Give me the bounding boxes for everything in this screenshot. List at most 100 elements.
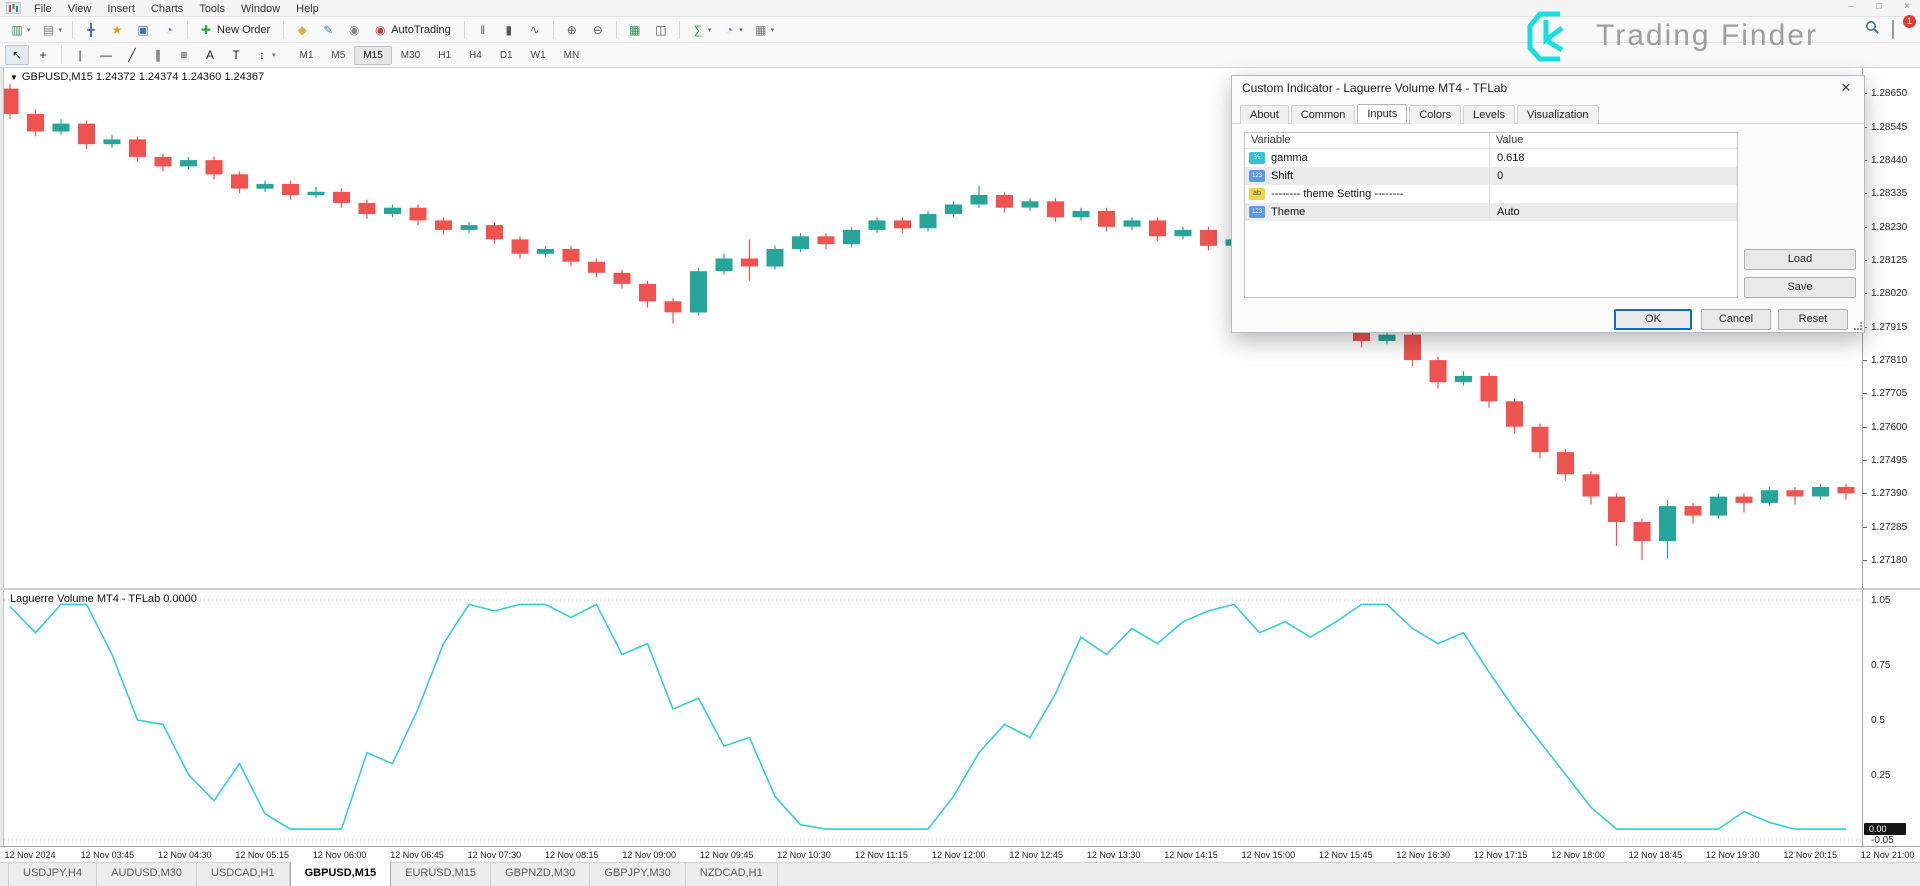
zoom-out-icon[interactable]: ⊖ (586, 20, 610, 40)
toolbar-separator (678, 20, 680, 39)
market-watch-icon[interactable]: ╋ (79, 20, 103, 40)
dialog-close-icon[interactable]: ✕ (1837, 80, 1855, 96)
panel-divider[interactable] (0, 588, 1920, 590)
timeframe-m1[interactable]: M1 (291, 46, 323, 65)
time-axis[interactable]: 12 Nov 2024 12 Nov 03:45 12 Nov 04:30 12 No… (0, 846, 1920, 862)
candle-body (1557, 452, 1574, 475)
chart-tab-usdjpy-h4[interactable]: USDJPY,H4 (8, 863, 98, 886)
time-axis-label: 12 Nov 09:00 (622, 850, 676, 860)
chart-tab-eurusd-m15[interactable]: EURUSD,M15 (391, 863, 492, 886)
candle-body (358, 202, 376, 214)
templates-button[interactable]: ▦ ▾ (749, 20, 779, 40)
candle-body (103, 139, 121, 145)
ok-button[interactable]: OK (1614, 309, 1692, 330)
notification-icon[interactable]: 1 (1892, 14, 1916, 39)
menu-file[interactable]: File (26, 2, 60, 16)
dialog-tab-common[interactable]: Common (1290, 105, 1356, 124)
strategy-tester-icon[interactable]: ◔ (157, 20, 181, 40)
dialog-tab-colors[interactable]: Colors (1409, 105, 1462, 124)
parameter-row[interactable]: ab -------- theme Setting -------- (1245, 185, 1737, 203)
timeframe-h1[interactable]: H1 (429, 46, 460, 65)
app-logo-icon (6, 2, 21, 14)
parameter-value[interactable]: 0 (1490, 170, 1503, 182)
dialog-tabs: About Common Inputs Colors Levels Visualizati… (1232, 100, 1864, 124)
menu-tools[interactable]: Tools (191, 2, 233, 16)
autotrading-button[interactable]: ◉ AutoTrading (368, 20, 458, 40)
metaeditor-icon[interactable]: ◆ (290, 20, 314, 40)
bars-mode-icon[interactable]: ‖ (471, 20, 495, 40)
menu-help[interactable]: Help (288, 2, 327, 16)
parameter-row[interactable]: 123 Shift 0 (1245, 167, 1737, 185)
chart-tab-gbpjpy-m30[interactable]: GBPJPY,M30 (590, 863, 686, 886)
timeframe-h4[interactable]: H4 (460, 46, 491, 65)
timeframe-d1[interactable]: D1 (491, 46, 522, 65)
indicators-button[interactable]: ∑ ▾ (686, 20, 716, 40)
menu-view[interactable]: View (60, 2, 100, 16)
timeframe-w1[interactable]: W1 (522, 46, 555, 65)
horizontal-line-icon[interactable]: — (94, 45, 118, 65)
dialog-titlebar[interactable]: Custom Indicator - Laguerre Volume MT4 -… (1232, 76, 1864, 100)
tile-windows-icon[interactable]: ▦ (623, 20, 647, 40)
dialog-tab-visualization[interactable]: Visualization (1516, 105, 1599, 124)
candles-mode-icon[interactable]: ▮ (497, 20, 521, 40)
new-order-button[interactable]: ✚ New Order (194, 20, 277, 40)
metaeditor-icon: ◆ (297, 22, 307, 37)
channel-icon[interactable]: ∥ (146, 45, 170, 65)
terminal-icon[interactable]: ▣ (131, 20, 155, 40)
dialog-tab-about[interactable]: About (1240, 105, 1289, 124)
metaquotes-icon[interactable]: ✎ (316, 20, 340, 40)
trendline-icon[interactable]: ╱ (120, 45, 144, 65)
vertical-line-icon[interactable]: | (68, 45, 92, 65)
minimize-icon[interactable]: – (1844, 1, 1858, 12)
parameter-row[interactable]: 123 Theme Auto (1245, 203, 1737, 221)
label-icon[interactable]: T (224, 45, 248, 65)
search-icon[interactable] (1865, 20, 1880, 35)
collapse-indicator-icon[interactable]: ▼ (10, 73, 18, 82)
maximize-icon[interactable]: □ (1872, 1, 1886, 12)
chart-tab-gbpnzd-m30[interactable]: GBPNZD,M30 (491, 863, 591, 886)
timeframe-m15[interactable]: M15 (354, 45, 392, 65)
chart-tab-audusd-m30[interactable]: AUDUSD,M30 (97, 863, 198, 886)
parameter-value[interactable]: Auto (1490, 206, 1520, 218)
chart-tab-usdcad-h1[interactable]: USDCAD,H1 (197, 863, 290, 886)
text-icon[interactable]: A (198, 45, 222, 65)
load-button[interactable]: Load (1744, 249, 1856, 270)
reset-button[interactable]: Reset (1778, 309, 1848, 330)
line-mode-icon[interactable]: ∿ (523, 20, 547, 40)
dialog-resize-grip[interactable] (1854, 322, 1862, 330)
menu-window[interactable]: Window (233, 2, 288, 16)
zoom-in-icon: ⊕ (566, 22, 577, 37)
cancel-button[interactable]: Cancel (1701, 309, 1771, 330)
templates-icon: ▦ (755, 22, 767, 37)
shapes-icon: ↕ (259, 48, 265, 62)
dialog-tab-levels[interactable]: Levels (1463, 105, 1515, 124)
cascade-windows-icon[interactable]: ◫ (649, 20, 673, 40)
cursor-button[interactable]: ↖ (5, 45, 29, 65)
toolbar-separator (463, 20, 465, 39)
fibonacci-icon[interactable]: ≡ (172, 45, 196, 65)
chart-tab-gbpusd-m15[interactable]: GBPUSD,M15 (289, 862, 392, 886)
menu-insert[interactable]: Insert (99, 2, 143, 16)
shapes-icon[interactable]: ↕ ▾ (250, 45, 280, 65)
new-chart-button[interactable]: ▥ ▾ (5, 20, 35, 40)
sounds-icon[interactable]: ◉ (342, 20, 366, 40)
parameter-row[interactable]: ½ gamma 0.618 (1245, 149, 1737, 167)
parameter-name: gamma (1271, 152, 1308, 164)
chart-tab-nzdcad-h1[interactable]: NZDCAD,H1 (686, 863, 778, 886)
crosshair-button[interactable]: + (31, 45, 55, 65)
menu-charts[interactable]: Charts (143, 2, 191, 16)
dialog-tab-inputs[interactable]: Inputs (1357, 104, 1408, 123)
navigator-icon[interactable]: ★ (105, 20, 129, 40)
time-axis-label: 12 Nov 17:15 (1473, 850, 1528, 860)
timeframe-m5[interactable]: M5 (322, 46, 354, 65)
save-button[interactable]: Save (1744, 277, 1856, 298)
close-window-icon[interactable]: × (1900, 1, 1914, 12)
profiles-button[interactable]: ▤ ▾ (37, 20, 67, 40)
timeframe-mn[interactable]: MN (555, 46, 589, 65)
periods-button[interactable]: ◔ ▾ (717, 20, 747, 40)
timeframe-m30[interactable]: M30 (392, 46, 429, 65)
zoom-in-icon[interactable]: ⊕ (560, 20, 584, 40)
bars-mode-icon: ‖ (480, 22, 486, 37)
parameter-value[interactable]: 0.618 (1490, 152, 1525, 164)
price-axis[interactable]: 1.28650 1.28545 1.28440 1.28335 1.28230 1.281… (1862, 68, 1920, 846)
